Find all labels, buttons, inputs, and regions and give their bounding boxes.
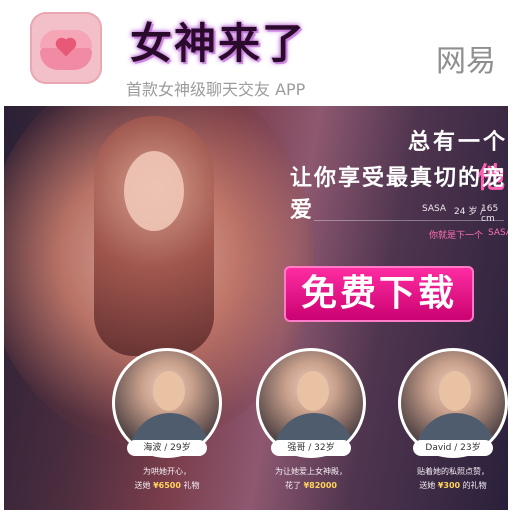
app-title: 女神来了 [130,19,307,68]
header-bar: 女神来了 首款女神级聊天交友 APP 网易 [0,0,512,106]
profile-name: 海波 / 29岁 [127,440,207,456]
model-face [124,151,184,231]
profile-gift: 送她 ¥300 的礼物 [398,480,508,491]
hero-banner: 总有一个他 让你享受最真切的宠爱 SASA 24 岁 / 165 cm 你就是下… [4,106,508,510]
meta-height: 165 cm [481,204,499,224]
meta-age: 24 岁 / [454,207,484,217]
gift-prefix: 花了 [285,481,302,490]
brand-name: 网易 [436,44,496,79]
profile-gift: 花了 ¥82000 [256,480,366,491]
gift-prefix: 送她 [134,481,151,490]
gift-amount: ¥300 [437,481,461,490]
gift-amount: ¥82000 [303,481,337,490]
avatar-face [297,371,329,411]
app-subtitle: 首款女神级聊天交友 APP [126,80,306,99]
headline-prefix: 总有一个 [407,130,508,155]
profile-desc: 为哄她开心， [143,467,191,476]
gift-suffix: 礼物 [183,481,200,490]
profile-gift: 送她 ¥6500 礼物 [112,480,222,491]
app-logo[interactable] [30,12,102,84]
free-download-button[interactable]: 免费下载 [284,266,474,322]
divider [314,220,504,221]
next-prompt: 你就是下一个 [429,231,484,241]
gift-amount: ¥6500 [153,481,181,490]
next-name: SASA [488,228,508,238]
profile-card[interactable]: 海波 / 29岁 为哄她开心， 送她 ¥6500 礼物 [112,348,222,498]
profile-card[interactable]: David / 23岁 贴着她的私照点赞， 送她 ¥300 的礼物 [398,348,508,498]
gift-prefix: 送她 [419,481,436,490]
avatar-face [439,371,471,411]
profile-card[interactable]: 强哥 / 32岁 为让她爱上女神殿， 花了 ¥82000 [256,348,366,498]
meta-name: SASA [422,204,447,214]
profile-desc: 为让她爱上女神殿， [275,467,347,476]
gift-suffix: 的礼物 [462,481,487,490]
profile-name: David / 23岁 [413,440,493,456]
avatar-face [153,371,185,411]
profile-desc: 贴着她的私照点赞， [417,467,489,476]
profile-name: 强哥 / 32岁 [271,440,351,456]
